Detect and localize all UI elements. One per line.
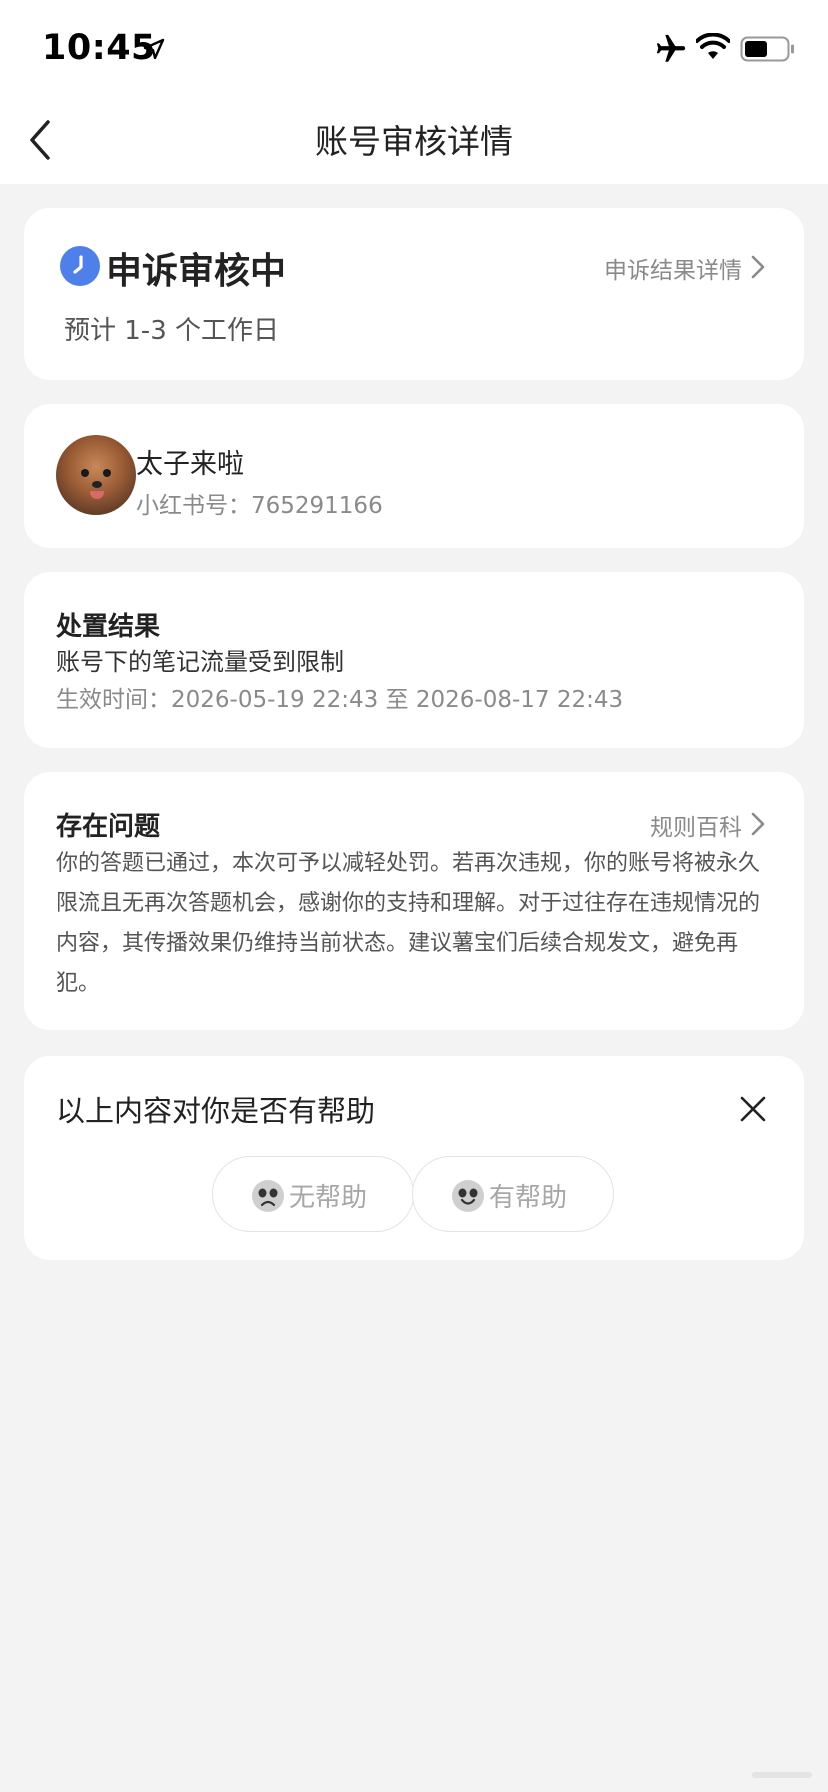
issue-description: 你的答题已通过，本次可予以减轻处罚。若再次违规，你的账号将被永久限流且无再次答题… [56,851,761,996]
penalty-heading: 处置结果 [56,612,161,642]
header: 10:45 账号审核详情 [0,0,828,184]
penalty-effective-time: 生效时间：2026-05-19 22:43 至 2026-08-17 22:43 [56,687,624,713]
status-time: 10:45 [42,28,156,68]
battery-icon [740,36,794,62]
page-title: 账号审核详情 [315,122,513,161]
user-card: 太子来啦 小红书号：765291166 [24,404,804,548]
rules-wiki-link[interactable]: 规则百科 [650,808,742,842]
penalty-card: 处置结果 账号下的笔记流量受到限制 生效时间：2026-05-19 22:43 … [24,572,804,748]
user-id: 小红书号：765291166 [136,493,383,519]
happy-face-icon [452,1180,484,1212]
chevron-right-icon[interactable] [750,253,766,281]
review-estimate: 预计 1-3 个工作日 [64,316,279,346]
appeal-status-title: 申诉审核中 [106,251,287,292]
helpful-label: 有帮助 [489,1183,568,1213]
appeal-status-card: 申诉审核中 申诉结果详情 预计 1-3 个工作日 [24,208,804,380]
close-icon[interactable] [740,1096,766,1122]
appeal-result-link[interactable]: 申诉结果详情 [604,251,742,285]
clock-icon [60,246,100,286]
wifi-icon [696,33,730,59]
avatar [56,435,136,515]
screen: 10:45 账号审核详情 申诉审核中 申诉结果详情 预计 1-3 个工作日 太子… [0,0,828,1792]
chevron-right-icon[interactable] [750,810,766,838]
feedback-card: 以上内容对你是否有帮助 无帮助 有帮助 [24,1056,804,1260]
penalty-value: 账号下的笔记流量受到限制 [56,648,344,676]
issue-heading: 存在问题 [56,812,161,842]
feedback-question: 以上内容对你是否有帮助 [56,1094,376,1128]
user-nickname: 太子来啦 [136,449,244,480]
airplane-icon [656,34,686,62]
not-helpful-button[interactable]: 无帮助 [212,1156,414,1232]
helpful-button[interactable]: 有帮助 [412,1156,614,1232]
sad-face-icon [252,1180,284,1212]
not-helpful-label: 无帮助 [289,1183,368,1213]
home-indicator[interactable] [752,1772,812,1778]
issue-card: 存在问题 规则百科 你的答题已通过，本次可予以减轻处罚。若再次违规，你的账号将被… [24,772,804,1030]
location-arrow-icon [143,38,165,60]
